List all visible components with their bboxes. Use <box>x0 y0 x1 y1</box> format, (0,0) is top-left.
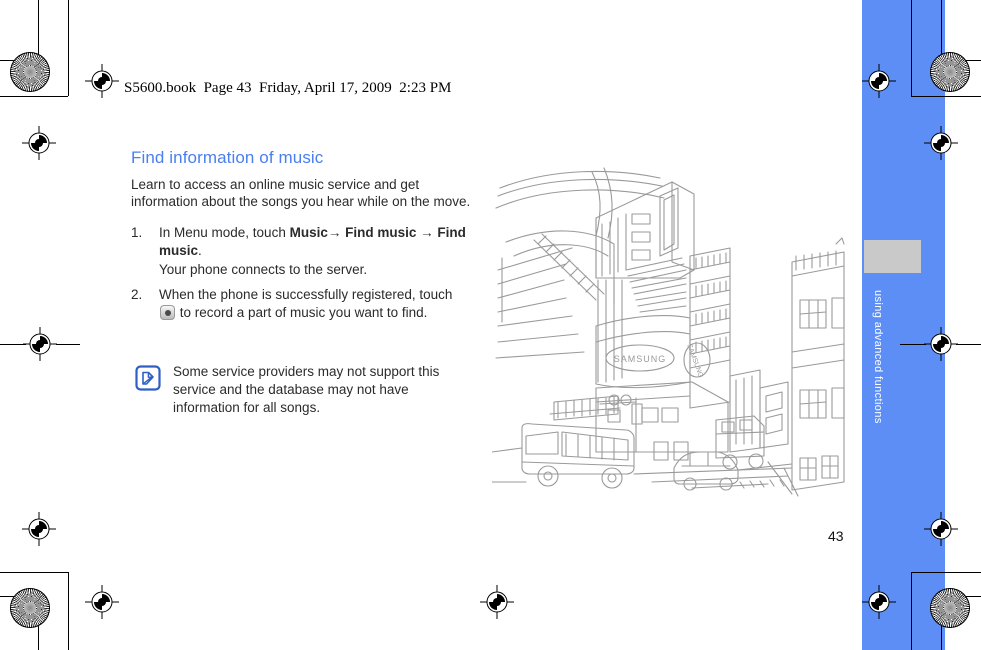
trim-line <box>38 0 39 60</box>
step-text-after: . <box>198 243 202 258</box>
menu-name-music: Music <box>289 225 328 240</box>
step-substep-text: Your phone connects to the server. <box>159 262 368 277</box>
registration-mark-left-upper <box>22 126 56 160</box>
step-number: 2. <box>131 287 143 302</box>
city-street-line-art: SAMSUNG SAMSUNG <box>491 152 848 497</box>
trim-line <box>911 572 912 650</box>
step-text-after: to record a part of music you want to fi… <box>176 305 428 320</box>
trim-line <box>68 0 69 96</box>
record-button-icon <box>160 305 175 320</box>
page-title: Find information of music <box>131 148 324 167</box>
note-callout: Some service providers may not support t… <box>135 363 471 417</box>
trim-line <box>911 96 981 97</box>
trim-line <box>68 572 69 650</box>
density-patch-bottom-right <box>930 588 970 628</box>
step-number: 1. <box>131 225 143 240</box>
trim-line <box>941 0 942 60</box>
step-text-before: When the phone is successfully registere… <box>159 287 453 302</box>
registration-mark-left-middle <box>23 327 57 361</box>
registration-mark-bottom-center <box>480 585 514 619</box>
registration-mark-left-lower <box>22 512 56 546</box>
building-sign-text: SAMSUNG <box>614 354 667 364</box>
note-pen-icon <box>135 365 161 391</box>
sidebar-chapter-tab <box>864 240 921 273</box>
trim-line <box>0 96 68 97</box>
list-item: 2. When the phone is successfully regist… <box>131 286 471 322</box>
density-patch-bottom-left <box>10 588 50 628</box>
density-patch-top-left <box>10 52 50 92</box>
trim-line <box>0 572 68 573</box>
registration-mark-top-left <box>85 64 119 98</box>
intro-paragraph: Learn to access an online music service … <box>131 177 471 209</box>
page-number: 43 <box>828 528 844 544</box>
registration-mark-top-right <box>862 64 896 98</box>
trim-line <box>900 344 926 345</box>
trim-line <box>956 344 981 345</box>
sidebar-chapter-label: using advanced functions <box>872 290 884 424</box>
trim-line <box>911 572 981 573</box>
step-list: 1. In Menu mode, touch Music→ Find music… <box>131 224 471 322</box>
registration-mark-bottom-right <box>862 585 896 619</box>
registration-mark-right-upper <box>924 126 958 160</box>
density-patch-top-right <box>930 52 970 92</box>
svg-text:SAMSUNG: SAMSUNG <box>685 343 704 379</box>
file-header-stamp: S5600.book Page 43 Friday, April 17, 200… <box>124 80 452 96</box>
arrow-icon: → <box>420 225 434 240</box>
step-text-before: In Menu mode, touch <box>159 225 290 240</box>
list-item: 1. In Menu mode, touch Music→ Find music… <box>131 224 471 279</box>
page-content: Find information of music Learn to acces… <box>131 148 471 329</box>
arrow-icon: → <box>327 225 342 240</box>
trim-line <box>56 344 80 345</box>
note-text: Some service providers may not support t… <box>173 364 440 415</box>
registration-mark-right-lower <box>924 512 958 546</box>
registration-mark-right-middle <box>924 327 958 361</box>
menu-name-find-music: Find music <box>345 225 417 240</box>
registration-mark-bottom-left <box>85 585 119 619</box>
trim-line <box>911 0 912 96</box>
